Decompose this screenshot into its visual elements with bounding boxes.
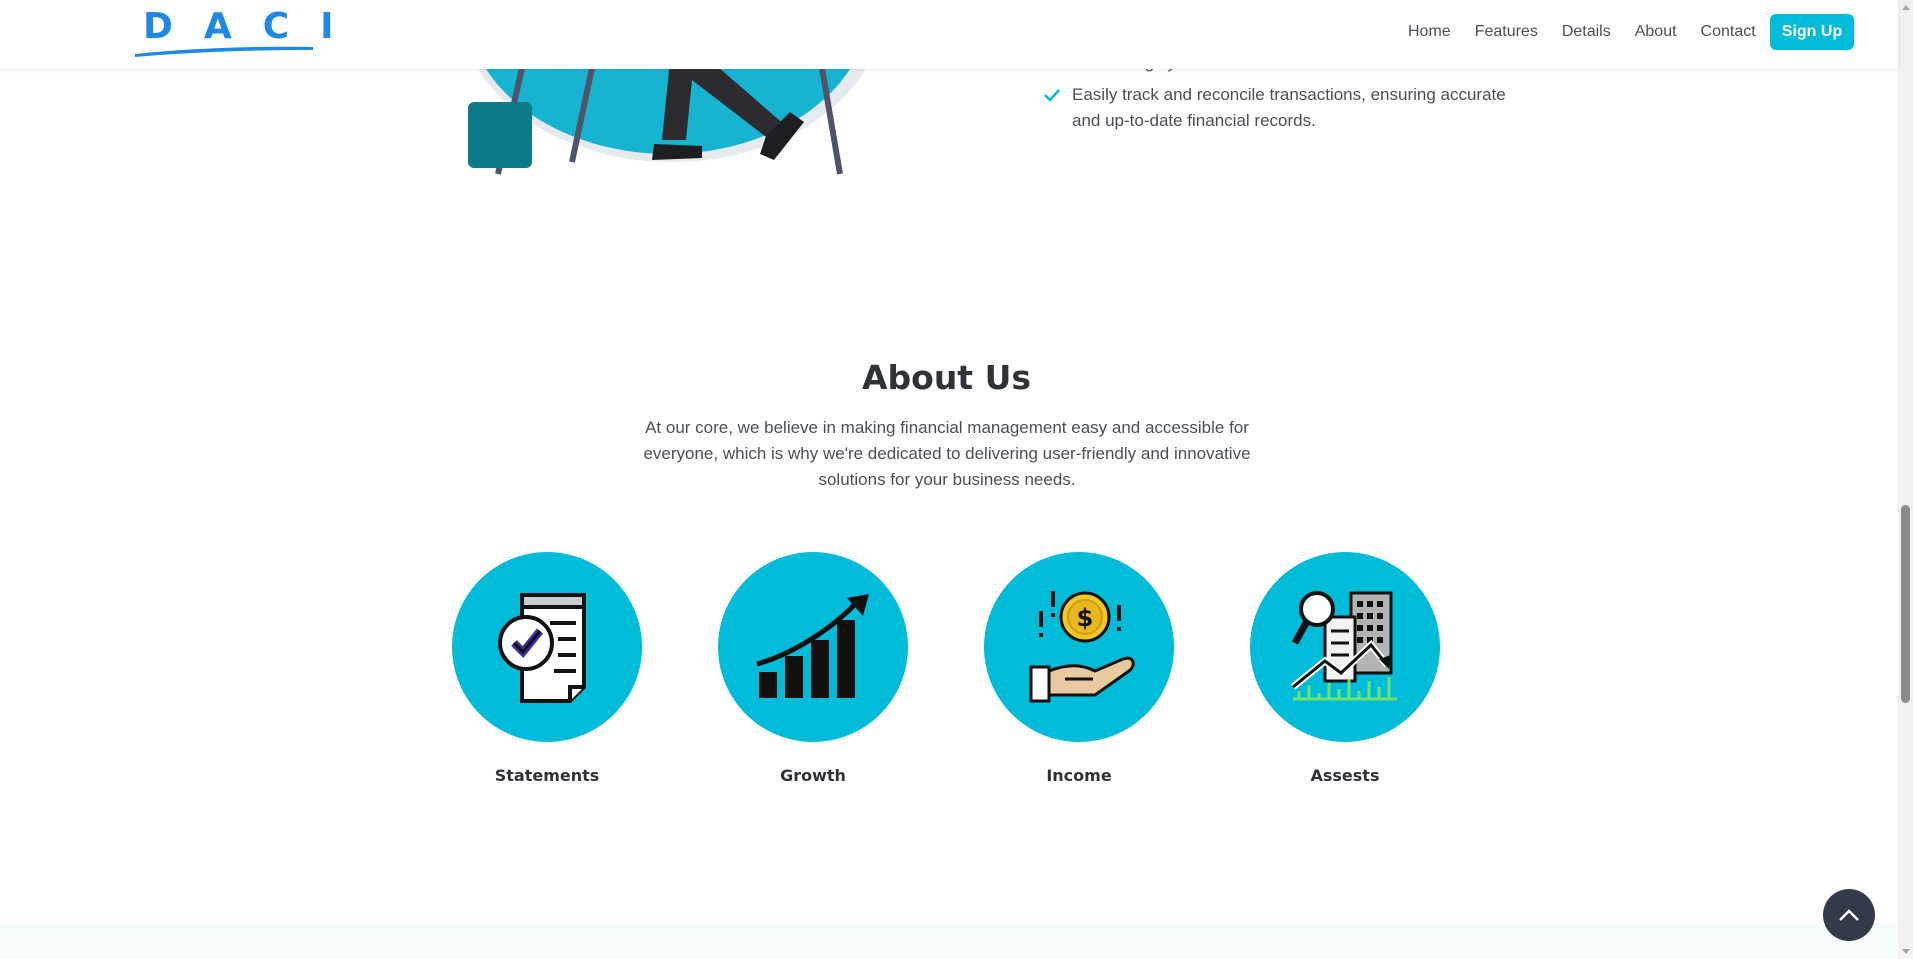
card-label: Assests (1310, 766, 1380, 785)
logo[interactable]: DACI (133, 2, 334, 58)
back-to-top-button[interactable] (1823, 889, 1875, 941)
card-label: Statements (494, 766, 600, 785)
about-title: About Us (861, 358, 1032, 397)
chevron-up-icon (1839, 909, 1859, 921)
about-cards: Statements Growth $ Income Assests (0, 552, 1893, 792)
card-circle (1250, 552, 1440, 742)
nav-link-details[interactable]: Details (1562, 23, 1611, 41)
scroll-down-icon[interactable] (1902, 949, 1910, 954)
card-income: $ Income (984, 552, 1174, 785)
logo-swoosh-icon (135, 46, 313, 57)
card-circle (452, 552, 642, 742)
card-statements: Statements (452, 552, 642, 785)
nav-link-about[interactable]: About (1635, 23, 1677, 41)
growth-bar-chart-arrow-icon (756, 594, 869, 698)
next-section-band (0, 924, 1898, 959)
statement-document-check-icon (498, 593, 586, 703)
signup-button[interactable]: Sign Up (1770, 14, 1854, 50)
feature-text: Easily track and reconcile transactions,… (1072, 85, 1506, 130)
check-icon (1044, 87, 1060, 106)
nav-links: Home Features Details About Contact (1408, 0, 1780, 64)
scrollbar-thumb[interactable] (1901, 505, 1910, 703)
feature-item: Easily track and reconcile transactions,… (1044, 82, 1514, 134)
card-label: Income (1046, 766, 1112, 785)
about-description: At our core, we believe in making financ… (643, 418, 1251, 489)
nav-link-contact[interactable]: Contact (1701, 23, 1756, 41)
card-assets: Assests (1250, 552, 1440, 785)
nav-link-features[interactable]: Features (1475, 23, 1538, 41)
card-circle (718, 552, 908, 742)
card-growth: Growth (718, 552, 908, 785)
card-label: Growth (780, 766, 846, 785)
scroll-up-icon[interactable] (1902, 5, 1910, 10)
income-hand-coin-icon: $ (1029, 591, 1135, 703)
assets-building-magnifier-icon (1290, 591, 1397, 701)
nav-link-home[interactable]: Home (1408, 23, 1451, 41)
navbar: DACI Home Features Details About Contact… (0, 0, 1898, 69)
card-circle: $ (984, 552, 1174, 742)
scrollbar[interactable] (1898, 0, 1913, 959)
svg-text:$: $ (1077, 604, 1094, 632)
